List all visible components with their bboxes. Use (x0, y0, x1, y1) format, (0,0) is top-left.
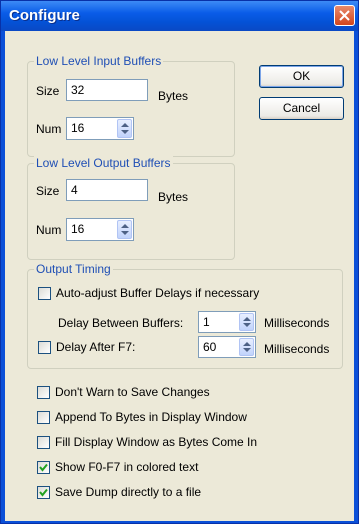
output-buffers-label: Low Level Output Buffers (34, 156, 173, 170)
configure-dialog: Configure Low Level Input Buffers Size 3… (0, 0, 359, 524)
input-size-unit: Bytes (158, 89, 189, 103)
input-num-label: Num (36, 122, 62, 136)
delay-after-unit: Milliseconds (264, 342, 330, 356)
delay-between-spinner[interactable] (239, 313, 254, 331)
delay-after-checkbox[interactable]: Delay After F7: (38, 340, 188, 356)
option-fill-display-label: Fill Display Window as Bytes Come In (55, 435, 258, 449)
spin-up-icon[interactable] (121, 123, 129, 127)
input-num-value: 16 (71, 121, 85, 135)
auto-adjust-box[interactable] (38, 287, 51, 300)
output-size-field[interactable]: 4 (66, 179, 148, 201)
option-save-dump-box[interactable] (37, 486, 50, 499)
delay-between-stepper[interactable]: 1 (198, 311, 256, 333)
input-num-spinner[interactable] (117, 119, 132, 138)
output-size-unit: Bytes (158, 190, 189, 204)
spin-up-icon[interactable] (243, 342, 251, 346)
output-num-value: 16 (71, 222, 85, 236)
input-num-stepper[interactable]: 16 (66, 117, 134, 140)
checkmark-icon (39, 488, 48, 497)
option-append-box[interactable] (37, 411, 50, 424)
option-show-colored-label: Show F0-F7 in colored text (55, 460, 199, 474)
spin-up-icon[interactable] (243, 317, 251, 321)
ok-button[interactable]: OK (259, 65, 344, 88)
option-dont-warn-label: Don't Warn to Save Changes (55, 385, 210, 399)
spin-down-icon[interactable] (243, 348, 251, 352)
input-buffers-label: Low Level Input Buffers (34, 54, 164, 68)
title-bar[interactable]: Configure (1, 1, 358, 31)
output-num-stepper[interactable]: 16 (66, 218, 134, 241)
checkmark-icon (39, 463, 48, 472)
option-save-dump[interactable]: Save Dump directly to a file (37, 485, 287, 501)
delay-after-value: 60 (203, 340, 217, 354)
input-buffers-group: Low Level Input Buffers Size 32 Bytes Nu… (27, 54, 235, 157)
close-button[interactable] (334, 5, 355, 26)
auto-adjust-checkbox[interactable]: Auto-adjust Buffer Delays if necessary (38, 286, 328, 302)
delay-between-unit: Milliseconds (264, 316, 330, 330)
delay-between-value: 1 (203, 315, 210, 329)
output-num-label: Num (36, 223, 62, 237)
dialog-body: Low Level Input Buffers Size 32 Bytes Nu… (5, 31, 354, 521)
output-timing-group: Output Timing Auto-adjust Buffer Delays … (27, 262, 343, 369)
auto-adjust-label: Auto-adjust Buffer Delays if necessary (56, 286, 260, 300)
option-dont-warn-box[interactable] (37, 386, 50, 399)
cancel-button[interactable]: Cancel (259, 97, 344, 120)
delay-after-stepper[interactable]: 60 (198, 336, 256, 358)
option-show-colored[interactable]: Show F0-F7 in colored text (37, 460, 287, 476)
option-fill-display[interactable]: Fill Display Window as Bytes Come In (37, 435, 307, 451)
spin-down-icon[interactable] (243, 323, 251, 327)
delay-after-box[interactable] (38, 341, 51, 354)
delay-after-spinner[interactable] (239, 338, 254, 356)
option-fill-display-box[interactable] (37, 436, 50, 449)
option-save-dump-label: Save Dump directly to a file (55, 485, 202, 499)
spin-down-icon[interactable] (121, 231, 129, 235)
delay-after-label: Delay After F7: (56, 340, 136, 354)
delay-between-label: Delay Between Buffers: (58, 316, 184, 330)
spin-up-icon[interactable] (121, 224, 129, 228)
output-timing-label: Output Timing (34, 262, 113, 276)
option-show-colored-box[interactable] (37, 461, 50, 474)
output-size-label: Size (36, 184, 60, 198)
window-title: Configure (9, 7, 80, 24)
input-size-label: Size (36, 84, 60, 98)
close-icon (339, 10, 350, 21)
option-dont-warn[interactable]: Don't Warn to Save Changes (37, 385, 287, 401)
input-size-field[interactable]: 32 (66, 79, 148, 101)
output-buffers-group: Low Level Output Buffers Size 4 Bytes Nu… (27, 156, 235, 260)
output-num-spinner[interactable] (117, 220, 132, 239)
option-append[interactable]: Append To Bytes in Display Window (37, 410, 287, 426)
spin-down-icon[interactable] (121, 130, 129, 134)
option-append-label: Append To Bytes in Display Window (55, 410, 247, 424)
